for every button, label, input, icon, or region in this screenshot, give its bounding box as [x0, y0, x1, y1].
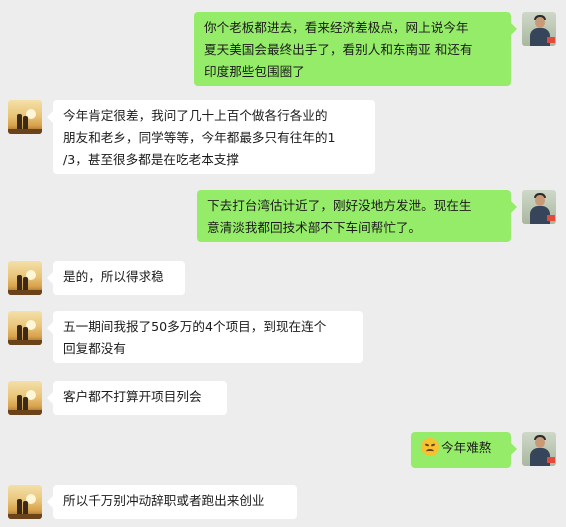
- bubble-tail: [511, 201, 517, 213]
- message-text: 是的，所以得求稳: [63, 269, 164, 284]
- contact-avatar[interactable]: [8, 261, 42, 295]
- contact-avatar[interactable]: [8, 485, 42, 519]
- message-text: 朋友和老乡，同学等等，今年都最多只有往年的1: [63, 130, 336, 145]
- contact-avatar[interactable]: [522, 190, 556, 224]
- message-text: /3，甚至很多都是在吃老本支撑: [63, 152, 239, 167]
- message-text: 今年肯定很差，我问了几十上百个做各行各业的: [63, 108, 328, 123]
- message-text: 今年难熬: [441, 440, 492, 455]
- message-text-with-emoji: 今年难熬: [421, 437, 501, 459]
- frowning-face-emoji-icon: [421, 438, 439, 456]
- bubble-tail: [511, 23, 517, 35]
- message-bubble[interactable]: 是的，所以得求稳: [53, 261, 185, 295]
- message-text: 客户都不打算开项目列会: [63, 389, 202, 404]
- message-bubble[interactable]: 今年难熬: [411, 432, 511, 468]
- message-text: 意清淡我都回技术部不下车间帮忙了。: [207, 220, 422, 235]
- message-bubble[interactable]: 今年肯定很差，我问了几十上百个做各行各业的 朋友和老乡，同学等等，今年都最多只有…: [53, 100, 375, 174]
- message-text: 下去打台湾估计近了，刚好没地方发泄。现在生: [207, 198, 472, 213]
- message-text: 夏天美国会最终出手了，看别人和东南亚 和还有: [204, 42, 473, 57]
- message-bubble[interactable]: 你个老板都进去，看来经济差极点，网上说今年 夏天美国会最终出手了，看别人和东南亚…: [194, 12, 511, 86]
- contact-avatar[interactable]: [8, 311, 42, 345]
- message-bubble[interactable]: 五一期间我报了50多万的4个项目，到现在连个 回复都没有: [53, 311, 363, 363]
- message-text: 回复都没有: [63, 341, 126, 356]
- message-text: 你个老板都进去，看来经济差极点，网上说今年: [204, 20, 469, 35]
- contact-avatar[interactable]: [522, 432, 556, 466]
- bubble-tail: [511, 443, 517, 455]
- contact-avatar[interactable]: [522, 12, 556, 46]
- message-bubble[interactable]: 下去打台湾估计近了，刚好没地方发泄。现在生 意清淡我都回技术部不下车间帮忙了。: [197, 190, 511, 242]
- message-bubble[interactable]: 客户都不打算开项目列会: [53, 381, 227, 415]
- contact-avatar[interactable]: [8, 100, 42, 134]
- message-text: 所以千万别冲动辞职或者跑出来创业: [63, 493, 265, 508]
- message-text: 五一期间我报了50多万的4个项目，到现在连个: [63, 319, 327, 334]
- message-text: 印度那些包围圈了: [204, 64, 305, 79]
- message-bubble[interactable]: 所以千万别冲动辞职或者跑出来创业: [53, 485, 297, 519]
- contact-avatar[interactable]: [8, 381, 42, 415]
